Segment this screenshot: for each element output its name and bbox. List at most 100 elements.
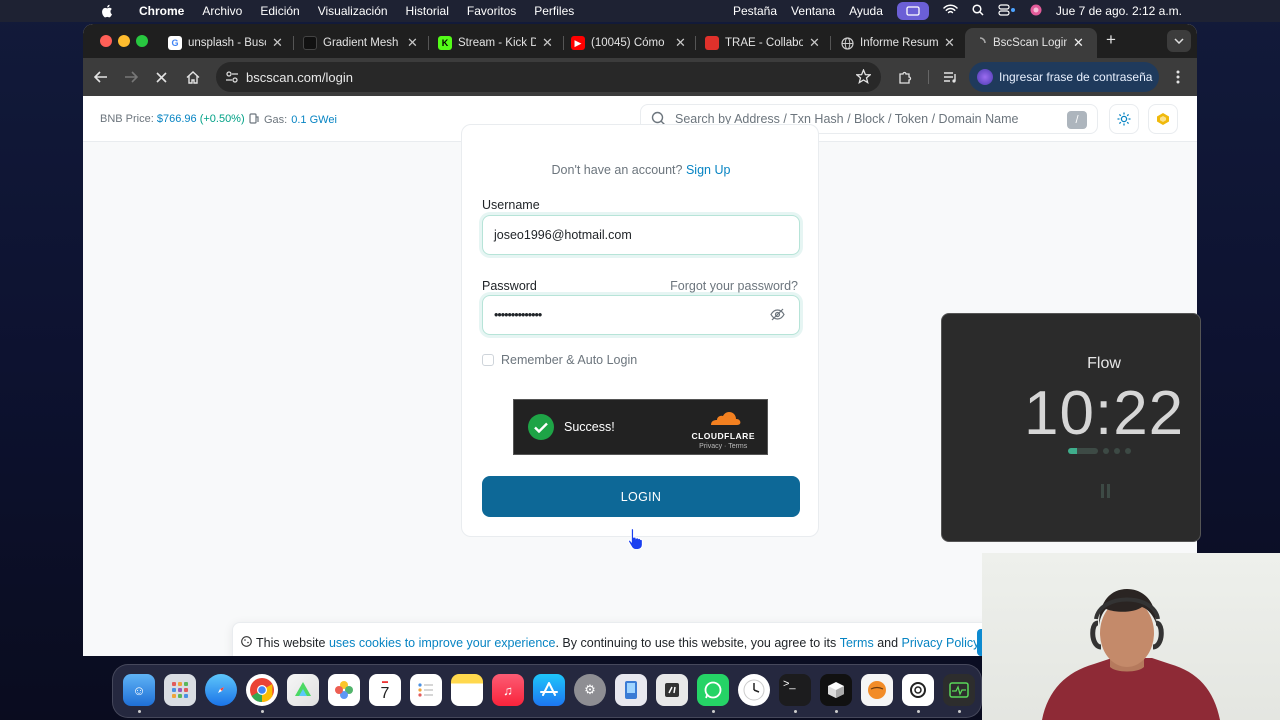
tab-youtube[interactable]: ▶ (10045) Cómo ✕ xyxy=(563,28,694,58)
success-checkmark-icon xyxy=(528,414,554,440)
window-minimize-button[interactable] xyxy=(118,35,130,47)
menubar-clock[interactable]: Jue 7 de ago. 2:12 a.m. xyxy=(1056,4,1182,18)
tab-label: (10045) Cómo xyxy=(591,37,665,49)
address-bar[interactable]: bscscan.com/login xyxy=(216,62,881,92)
stop-loading-icon[interactable] xyxy=(151,67,171,87)
notes-icon[interactable] xyxy=(451,674,483,706)
chrome-icon[interactable] xyxy=(246,674,278,706)
menu-favoritos[interactable]: Favoritos xyxy=(458,0,525,22)
tab-close-icon[interactable]: ✕ xyxy=(1073,35,1084,51)
tab-close-icon[interactable]: ✕ xyxy=(944,35,955,51)
chrome-menu-kebab-icon[interactable] xyxy=(1168,67,1188,87)
tab-bscscan-login[interactable]: BscScan Login ✕ xyxy=(965,28,1097,58)
site-settings-icon[interactable] xyxy=(225,70,239,89)
running-indicator xyxy=(958,710,961,713)
new-tab-icon[interactable]: + xyxy=(1101,30,1121,50)
toolbar-divider xyxy=(928,70,929,84)
maps-icon[interactable] xyxy=(287,674,319,706)
wifi-icon[interactable] xyxy=(943,4,958,18)
trae-icon xyxy=(705,36,719,50)
media-controls-icon[interactable] xyxy=(940,67,960,87)
tab-close-icon[interactable]: ✕ xyxy=(407,35,418,51)
home-icon[interactable] xyxy=(183,67,203,87)
tab-close-icon[interactable]: ✕ xyxy=(809,35,820,51)
username-input[interactable]: joseo1996@hotmail.com xyxy=(482,215,800,255)
toggle-password-visibility-icon[interactable] xyxy=(770,308,785,324)
pause-icon[interactable] xyxy=(1097,484,1113,500)
password-input[interactable]: •••••••••••••• xyxy=(482,295,800,335)
tab-gradient-mesh[interactable]: Gradient Mesh ✕ xyxy=(295,28,426,58)
app-store-icon[interactable] xyxy=(533,674,565,706)
cube-app-icon[interactable] xyxy=(820,674,852,706)
tab-informe[interactable]: Informe Resum ✕ xyxy=(832,28,963,58)
cloudflare-captcha-widget[interactable]: Success! CLOUDFLARE Privacy · Terms xyxy=(513,399,768,455)
menu-ayuda[interactable]: Ayuda xyxy=(849,4,883,18)
signup-link[interactable]: Sign Up xyxy=(686,163,730,177)
gas-tracker[interactable]: Gas: 0.1 GWei xyxy=(249,113,337,127)
window-zoom-button[interactable] xyxy=(136,35,148,47)
password-manager-chip[interactable]: Ingresar frase de contraseña xyxy=(969,62,1159,92)
forgot-password-link[interactable]: Forgot your password? xyxy=(670,279,798,293)
window-close-button[interactable] xyxy=(100,35,112,47)
siri-icon[interactable] xyxy=(1030,4,1042,19)
tab-trae[interactable]: TRAE - Collabo ✕ xyxy=(697,28,828,58)
kick-icon: K xyxy=(438,36,452,50)
login-button[interactable]: LOGIN xyxy=(482,476,800,517)
theme-toggle-sun-icon[interactable] xyxy=(1109,104,1139,134)
menu-visualizacion[interactable]: Visualización xyxy=(309,0,397,22)
menu-ventana[interactable]: Ventana xyxy=(791,4,835,18)
bnb-price-value[interactable]: $766.96 xyxy=(157,113,197,125)
flow-timer-widget[interactable]: Flow 10:22 xyxy=(941,313,1201,542)
system-settings-gear-icon[interactable]: ⚙ xyxy=(574,674,606,706)
gas-label: Gas: xyxy=(264,114,288,126)
menu-historial[interactable]: Historial xyxy=(397,0,458,22)
reminders-icon[interactable] xyxy=(410,674,442,706)
spotlight-search-icon[interactable] xyxy=(972,3,984,19)
calendar-icon[interactable]: ▬ 7 xyxy=(369,674,401,706)
running-indicator xyxy=(261,710,264,713)
control-center-icon[interactable] xyxy=(998,3,1016,19)
terminal-icon[interactable]: >_ xyxy=(779,674,811,706)
launchpad-icon[interactable] xyxy=(164,674,196,706)
chatgpt-icon[interactable] xyxy=(902,674,934,706)
forward-arrow-icon[interactable] xyxy=(121,67,141,87)
apple-menu-icon[interactable] xyxy=(98,2,116,20)
privacy-policy-link[interactable]: Privacy Policy xyxy=(902,636,980,650)
code-editor-icon[interactable] xyxy=(656,674,688,706)
whatsapp-icon[interactable] xyxy=(697,674,729,706)
cloudflare-privacy-terms[interactable]: Privacy · Terms xyxy=(691,443,755,450)
activity-monitor-icon[interactable] xyxy=(943,674,975,706)
tab-kick-stream[interactable]: K Stream - Kick D ✕ xyxy=(430,28,561,58)
finder-icon[interactable]: ☺ xyxy=(123,674,155,706)
bnb-price: BNB Price: $766.96 (+0.50%) xyxy=(100,113,245,125)
orange-app-icon[interactable] xyxy=(861,674,893,706)
running-indicator xyxy=(712,710,715,713)
menu-pestana[interactable]: Pestaña xyxy=(733,4,777,18)
tab-close-icon[interactable]: ✕ xyxy=(272,35,283,51)
cookie-policy-link[interactable]: uses cookies to improve your experience xyxy=(329,636,556,650)
tab-search-chevron-down-icon[interactable] xyxy=(1167,30,1191,52)
remember-me-checkbox[interactable]: Remember & Auto Login xyxy=(482,353,637,367)
terms-link[interactable]: Terms xyxy=(840,636,874,650)
menu-edicion[interactable]: Edición xyxy=(251,0,308,22)
remember-label: Remember & Auto Login xyxy=(501,353,638,367)
menu-perfiles[interactable]: Perfiles xyxy=(525,0,583,22)
cloudflare-cloud-icon xyxy=(711,412,741,425)
screen-share-icon[interactable] xyxy=(896,2,929,20)
menu-archivo[interactable]: Archivo xyxy=(193,0,251,22)
back-arrow-icon[interactable] xyxy=(91,67,111,87)
menu-app-name[interactable]: Chrome xyxy=(130,0,193,22)
checkbox-box[interactable] xyxy=(482,354,494,366)
extensions-puzzle-icon[interactable] xyxy=(895,67,915,87)
bookmark-star-icon[interactable] xyxy=(855,68,872,89)
bnb-logo-icon[interactable] xyxy=(1148,104,1178,134)
tab-unsplash[interactable]: G unsplash - Busc ✕ xyxy=(160,28,291,58)
photos-icon[interactable] xyxy=(328,674,360,706)
preview-icon[interactable] xyxy=(615,674,647,706)
tab-close-icon[interactable]: ✕ xyxy=(542,35,553,51)
tab-close-icon[interactable]: ✕ xyxy=(675,35,686,51)
clock-icon[interactable] xyxy=(738,674,770,706)
music-icon[interactable]: ♫ xyxy=(492,674,524,706)
safari-icon[interactable] xyxy=(205,674,237,706)
cookie-consent-banner: This website uses cookies to improve you… xyxy=(232,622,992,656)
